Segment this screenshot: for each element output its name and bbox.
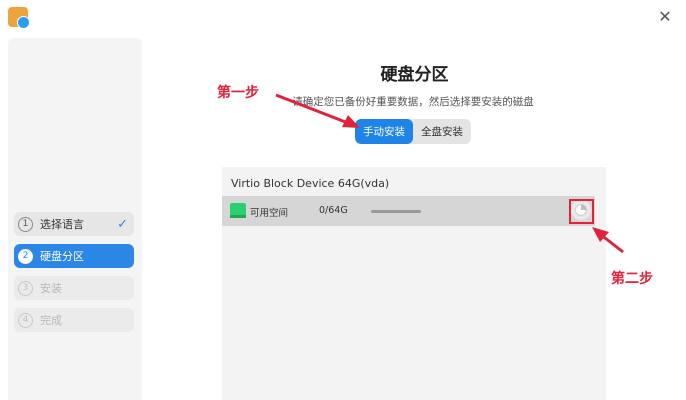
installer-window: ✕ 1 选择语言 ✓ 2 硬盘分区 3 安装 4 完成 硬盘分区 请确定您已备份… <box>0 0 686 400</box>
annotation-step2: 第二步 <box>611 271 653 287</box>
annotation-arrows <box>275 93 624 254</box>
annotation-step1: 第一步 <box>217 85 259 101</box>
